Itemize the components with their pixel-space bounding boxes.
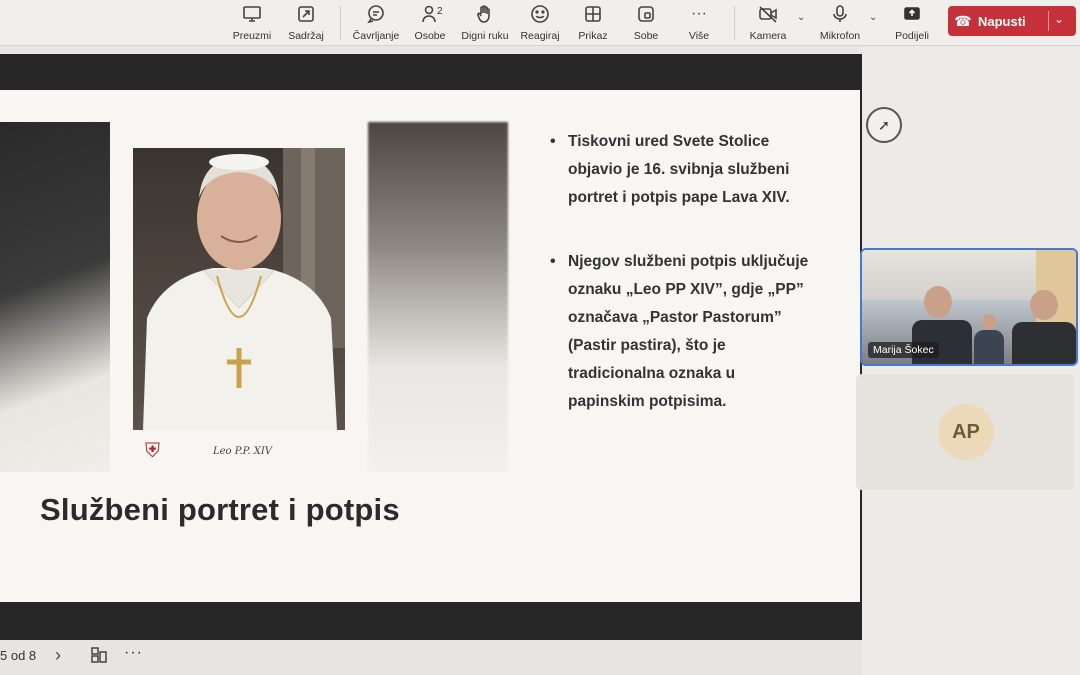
portrait-caption: ⛨ Leo P.P. XIV — [133, 430, 363, 470]
leave-options-chevron-icon[interactable]: ⌄ — [1054, 12, 1064, 26]
slide-bullet: Tiskovni ured Svete Stolice objavio je 1… — [550, 128, 810, 212]
toolbar-divider — [340, 6, 341, 40]
participant-video-tile[interactable]: Marija Šokec — [860, 248, 1078, 366]
cursor-arrow-icon: ➚ — [878, 116, 890, 133]
slide-title: Službeni portret i potpis — [40, 492, 400, 527]
presentation-slide: ⛨ Leo P.P. XIV Tiskovni ured Svete Stoli… — [0, 90, 860, 602]
participant-face — [982, 314, 996, 330]
present-screen-icon — [242, 2, 262, 26]
participant-avatar-tile[interactable]: AP — [856, 374, 1074, 490]
view-grid-icon — [583, 2, 603, 26]
share-button[interactable]: Podijeli — [884, 2, 940, 44]
more-options-icon[interactable]: ··· — [124, 644, 143, 662]
next-slide-chevron-icon[interactable]: › — [55, 645, 61, 666]
participant-name: Marija Šokec — [868, 342, 939, 358]
raise-hand-icon — [475, 2, 495, 26]
participant-body — [974, 330, 1004, 364]
chat-button[interactable]: Čavrljanje — [348, 2, 404, 44]
react-button[interactable]: Reagiraj — [512, 2, 568, 44]
presentation-controls: 5 od 8 › ··· — [0, 640, 862, 675]
pointer-tool-button[interactable]: ➚ — [866, 107, 902, 143]
share-content-button[interactable]: Sadržaj — [278, 2, 334, 44]
participant-body — [1012, 322, 1076, 364]
slide-counter: 5 od 8 — [0, 648, 37, 663]
participant-face — [924, 286, 952, 318]
share-content-label: Sadržaj — [288, 30, 324, 42]
participant-face — [1030, 290, 1058, 320]
leave-button[interactable]: ☎ Napusti ⌄ — [948, 6, 1076, 36]
camera-options-chevron-icon[interactable]: ⌄ — [797, 12, 809, 26]
slide-bullet: Njegov službeni potpis uključuje oznaku … — [550, 248, 810, 416]
microphone-button[interactable]: Mikrofon — [812, 2, 868, 44]
leave-divider — [1048, 11, 1049, 31]
view-label: Prikaz — [578, 30, 608, 42]
meeting-toolbar: Preuzmi Sadržaj Čavrljanje 2 Osobe Digni… — [0, 0, 1080, 46]
react-label: Reagiraj — [520, 30, 560, 42]
microphone-options-chevron-icon[interactable]: ⌄ — [869, 12, 881, 26]
share-icon — [902, 2, 922, 26]
phone-hangup-icon: ☎ — [954, 12, 972, 29]
more-button[interactable]: ··· Više — [671, 2, 727, 44]
microphone-label: Mikrofon — [819, 30, 861, 42]
rooms-icon — [636, 2, 656, 26]
papal-coat-of-arms-icon: ⛨ — [145, 440, 160, 462]
pope-portrait-image — [133, 148, 345, 430]
microphone-icon — [830, 2, 850, 26]
share-label: Podijeli — [895, 30, 929, 42]
papal-signature: Leo P.P. XIV — [213, 446, 272, 457]
present-button[interactable]: Preuzmi — [224, 2, 280, 44]
blurred-photo-right — [368, 122, 508, 472]
more-label: Više — [688, 30, 710, 42]
rooms-button[interactable]: Sobe — [618, 2, 674, 44]
camera-button[interactable]: Kamera — [740, 2, 796, 44]
chat-label: Čavrljanje — [352, 30, 400, 42]
avatar: AP — [938, 404, 994, 460]
toolbar-divider — [734, 6, 735, 40]
people-label: Osobe — [414, 30, 446, 42]
share-content-icon — [296, 2, 316, 26]
blurred-photo-left — [0, 122, 110, 472]
presentation-stage: ⛨ Leo P.P. XIV Tiskovni ured Svete Stoli… — [0, 54, 862, 640]
rooms-label: Sobe — [633, 30, 659, 42]
leave-label: Napusti — [978, 13, 1026, 29]
camera-off-icon — [758, 2, 778, 26]
more-icon: ··· — [691, 5, 707, 22]
people-count: 2 — [437, 6, 443, 17]
portrait-drawing — [143, 148, 345, 430]
people-button[interactable]: 2 Osobe — [402, 2, 458, 44]
slide-bullet-list: Tiskovni ured Svete Stolice objavio je 1… — [550, 128, 810, 416]
view-button[interactable]: Prikaz — [565, 2, 621, 44]
raise-hand-button[interactable]: Digni ruku — [457, 2, 513, 44]
present-label: Preuzmi — [232, 30, 272, 42]
slide-overview-icon[interactable] — [90, 646, 108, 669]
chat-icon — [366, 2, 386, 26]
raise-hand-label: Digni ruku — [461, 30, 509, 42]
camera-label: Kamera — [749, 30, 787, 42]
smiley-icon — [530, 2, 550, 26]
